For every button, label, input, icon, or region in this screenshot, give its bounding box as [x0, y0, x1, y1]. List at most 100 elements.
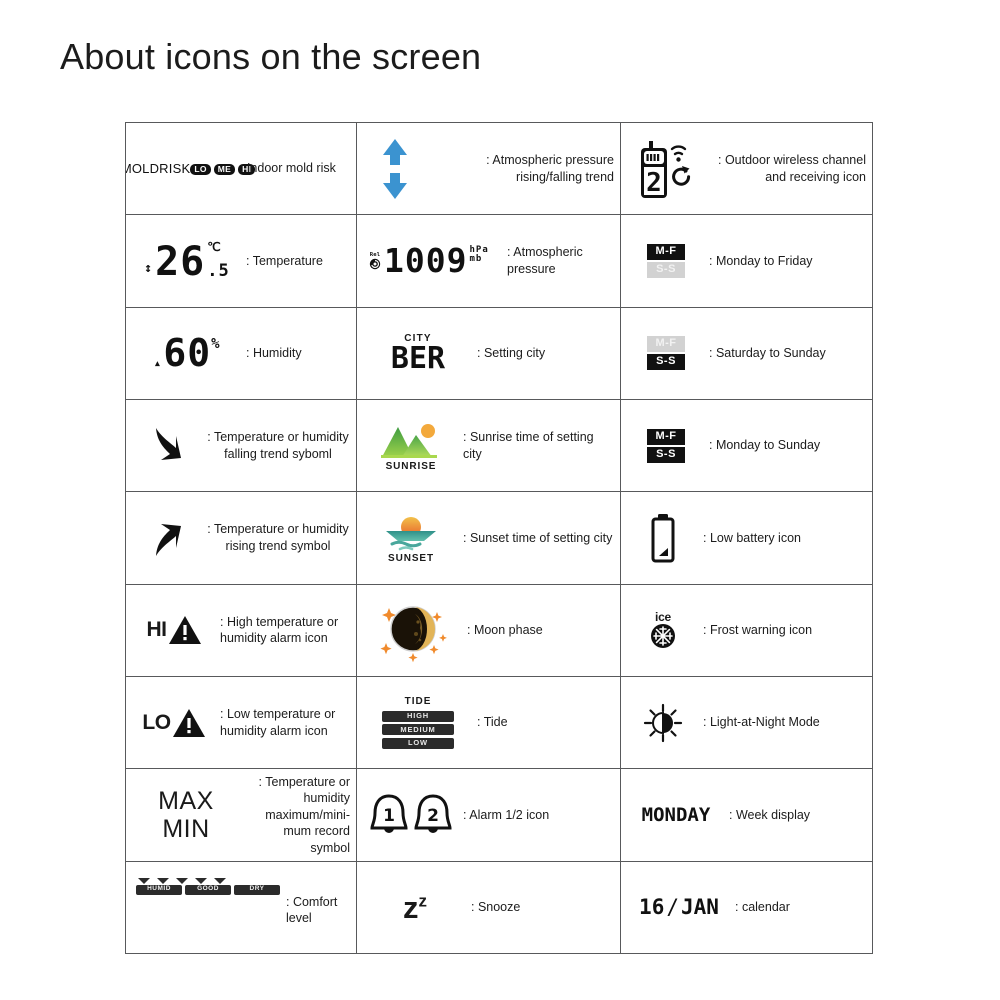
sunrise-label: SUNRISE [385, 460, 437, 472]
legend-description: : Humidity [246, 346, 302, 361]
comfort-bar-good: GOOD [185, 884, 231, 895]
legend-description: : High temperature or humidity alarm ico… [220, 614, 339, 646]
outdoor-wireless-channel-icon: 2 [627, 137, 707, 201]
temperature-trend-arrow-icon: ↕ [144, 261, 154, 277]
legend-description: : Outdoor wireless channel and receiving… [718, 153, 866, 184]
legend-description: : Setting city [477, 346, 546, 361]
legend-description: : Temperature or humidity rising trend s… [207, 522, 349, 553]
humidity-value: 60 [163, 330, 212, 375]
legend-description: : Frost warning icon [703, 623, 813, 638]
tide-level-low: LOW [382, 737, 454, 749]
temperature-value: 26 [155, 239, 206, 286]
legend-description: : Alarm 1/2 icon [463, 807, 550, 822]
mold-pill-lo: LO [190, 163, 211, 176]
table-row: MOLD RISK LO ME HI : Indoor mold risk : … [126, 123, 872, 216]
snooze-z-small: z [418, 891, 428, 911]
mold-risk-indicator: MOLD RISK LO ME HI [126, 161, 256, 176]
legend-description: : calendar [735, 900, 790, 915]
legend-cell-setting-city: CITY BER : Setting city [357, 307, 621, 399]
humidity-reading-icon: ▴ 60 % [132, 330, 242, 375]
svg-text:2: 2 [646, 168, 662, 198]
legend-cell-alarm-bells: 1 2 : Alarm 1/2 icon [357, 769, 621, 861]
table-row: MAX MIN : Temperature or humidity maximu… [126, 769, 872, 862]
table-row: : Temperature or humidity falling trend … [126, 399, 872, 493]
legend-cell-low-battery: : Low battery icon [621, 492, 872, 583]
low-alarm-label: LO [142, 710, 171, 734]
legend-cell-light-at-night: : Light-at-Night Mode [621, 677, 872, 768]
low-battery-icon [627, 512, 699, 564]
alarm-bell-2-icon: 2 [414, 794, 452, 833]
legend-description: : Saturday to Sunday [709, 346, 826, 361]
legend-description: : Comfort level [286, 894, 338, 926]
legend-description: : Indoor mold risk [240, 161, 336, 176]
weekday-badge-top: M-F [647, 336, 685, 353]
legend-cell-tide: TIDE HIGH MEDIUM LOW : Tide [357, 676, 621, 769]
setting-city-display-icon: CITY BER [363, 333, 473, 374]
humidity-unit: % [211, 335, 221, 352]
legend-cell-monday-to-sunday: M-F S-S : Monday to Sunday [621, 400, 872, 491]
snooze-z-large: z [403, 889, 419, 925]
weekday-badge-bottom: S-S [647, 354, 685, 371]
legend-description: : Sunrise time of setting city [463, 430, 594, 461]
weekday-badge-top: M-F [647, 243, 685, 260]
alarm-bell-1-icon: 1 [370, 794, 408, 833]
weekday-badge-all-icon: M-F S-S [627, 428, 705, 463]
comfort-marker [176, 877, 188, 884]
legend-cell-pressure-trend: : Atmospheric pressure rising/falling tr… [357, 123, 621, 215]
weekday-badge-bottom: S-S [647, 446, 685, 463]
legend-description: : Temperature [246, 253, 323, 268]
weekday-badge-bottom: S-S [647, 261, 685, 278]
sunrise-icon: SUNRISE [363, 420, 459, 472]
legend-cell-high-alarm: HI : High temperature or humidity alarm … [126, 584, 357, 676]
legend-cell-low-alarm: LO : Low temperature or humidity alarm i… [126, 676, 357, 769]
min-label: MIN [162, 814, 210, 843]
legend-cell-moon-phase: : Moon phase [357, 584, 621, 676]
tide-level-medium: MEDIUM [382, 724, 454, 736]
legend-description: : Temperature or humidity maximum/mini-m… [258, 774, 350, 855]
legend-cell-wireless-channel: 2 : Outdoor wireless channel and receivi… [621, 123, 872, 214]
light-at-night-icon [627, 703, 699, 743]
svg-text:1: 1 [383, 806, 395, 826]
page-title: About icons on the screen [60, 36, 482, 77]
legend-cell-saturday-to-sunday: M-F S-S : Saturday to Sunday [621, 308, 872, 399]
comfort-marker [157, 877, 169, 884]
legend-cell-calendar: 16 / JAN : calendar [621, 862, 872, 953]
legend-cell-snooze: zz : Snooze [357, 861, 621, 953]
legend-description: : Low temperature or humidity alarm icon [220, 707, 336, 738]
comfort-marker [195, 877, 207, 884]
mold-risk-label-line1: MOLD [126, 160, 160, 176]
legend-cell-humidity: ▴ 60 % : Humidity [126, 307, 357, 399]
legend-cell-falling-trend: : Temperature or humidity falling trend … [126, 399, 357, 492]
weekday-badge-top: M-F [647, 428, 685, 445]
legend-description: : Tide [477, 715, 508, 730]
tide-title: TIDE [404, 696, 432, 708]
snowflake-icon [651, 624, 675, 649]
high-alarm-icon: HI [132, 615, 216, 645]
rising-trend-arrow-icon [132, 516, 202, 560]
temperature-unit: ℃ [207, 240, 222, 255]
sunset-icon: SUNSET [363, 512, 459, 564]
legend-cell-mold-risk: MOLD RISK LO ME HI : Indoor mold risk [126, 123, 357, 215]
legend-cell-temperature: ↕ 26 ℃ .5 : Temperature [126, 215, 357, 307]
legend-cell-frost-warning: ice : Frost warning icon [621, 585, 872, 676]
table-row: : Temperature or humidity rising trend s… [126, 492, 872, 585]
pressure-trend-arrows-icon [363, 138, 427, 200]
legend-cell-atmospheric-pressure: Rel 1009 hPa mb : Atmospheric pressure [357, 215, 621, 307]
comfort-level-indicator-icon: HUMID GOOD DRY [132, 877, 282, 895]
week-display-icon: MONDAY [627, 804, 725, 826]
table-row: ↕ 26 ℃ .5 : Temperature Rel 1009 hPa mb … [126, 215, 872, 308]
frost-warning-icon: ice [627, 611, 699, 649]
moon-phase-icon [363, 596, 463, 664]
comfort-bar-dry: DRY [234, 884, 280, 895]
comfort-marker [138, 877, 150, 884]
sunset-label: SUNSET [388, 552, 434, 564]
comfort-marker [214, 877, 226, 884]
max-label: MAX [158, 786, 214, 815]
mold-pill-me: ME [213, 163, 236, 176]
legend-cell-sunrise: SUNRISE : Sunrise time of setting city [357, 399, 621, 492]
alarm-bells-icon: 1 2 [363, 793, 459, 837]
legend-description: : Monday to Sunday [709, 438, 821, 453]
warning-triangle-icon [168, 616, 201, 645]
high-alarm-label: HI [146, 618, 168, 642]
city-value: BER [390, 340, 446, 376]
